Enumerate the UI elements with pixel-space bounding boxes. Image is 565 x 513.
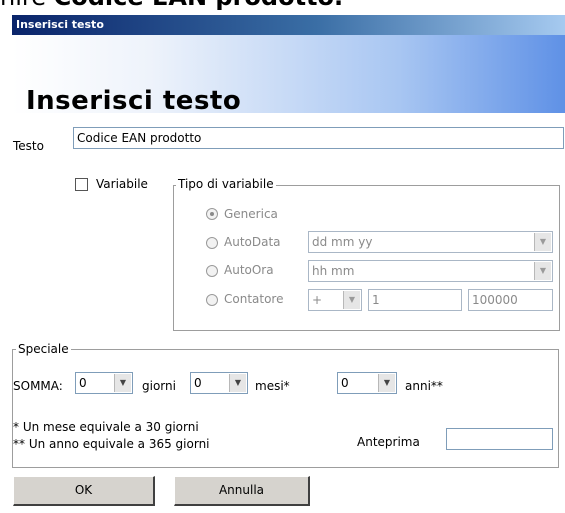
generica-label: Generica [224,207,278,221]
generica-radio[interactable] [206,208,218,220]
window-title: Inserisci testo [16,18,104,31]
testo-label: Testo [13,139,44,153]
contatore-label: Contatore [224,292,284,306]
autodata-label: AutoData [224,235,281,249]
autoora-label: AutoOra [224,263,274,277]
note-anno: ** Un anno equivale a 365 giorni [13,437,210,451]
contatore-operator-value: + [312,293,323,307]
giorni-label: giorni [142,379,176,393]
background-document-text: nire Codice EAN prodotto. [0,0,343,12]
contatore-start-input[interactable]: 1 [368,289,462,311]
autodata-value: dd mm yy [312,235,373,249]
anni-value: 0 [341,376,349,390]
anteprima-label: Anteprima [357,435,420,449]
tipo-variabile-legend: Tipo di variabile [176,177,276,191]
background-text-bold: Codice EAN prodotto [54,0,334,11]
chevron-down-icon[interactable]: ▼ [378,374,395,392]
inserisci-testo-dialog: Inserisci testo Inserisci testo Testo Co… [12,15,565,513]
anni-select[interactable]: 0 ▼ [337,372,397,394]
chevron-down-icon[interactable]: ▼ [229,374,246,392]
anteprima-input[interactable] [446,428,553,450]
contatore-radio[interactable] [206,294,218,306]
autoora-radio[interactable] [206,265,218,277]
background-text-prefix: nire [0,0,54,11]
autodata-radio[interactable] [206,237,218,249]
dialog-heading: Inserisci testo [26,86,242,116]
anni-label: anni** [405,379,443,393]
chevron-down-icon[interactable]: ▼ [534,233,551,251]
autodata-select[interactable]: dd mm yy ▼ [308,231,553,253]
annulla-button[interactable]: Annulla [174,476,310,506]
mesi-label: mesi* [255,379,290,393]
variabile-checkbox[interactable] [75,178,88,191]
contatore-operator-select[interactable]: + ▼ [308,289,362,311]
background-text-suffix: . [334,0,343,11]
mesi-value: 0 [194,376,202,390]
chevron-down-icon[interactable]: ▼ [534,262,551,280]
contatore-end-input[interactable]: 100000 [468,289,553,311]
note-mese: * Un mese equivale a 30 giorni [13,420,199,434]
ok-button[interactable]: OK [13,476,155,506]
chevron-down-icon[interactable]: ▼ [343,291,360,309]
giorni-select[interactable]: 0 ▼ [75,372,133,394]
testo-input[interactable]: Codice EAN prodotto [73,127,564,149]
autoora-select[interactable]: hh mm ▼ [308,260,553,282]
somma-label: SOMMA: [13,379,63,393]
variabile-label: Variabile [96,177,148,191]
speciale-legend: Speciale [16,342,71,356]
chevron-down-icon[interactable]: ▼ [114,374,131,392]
window-titlebar[interactable]: Inserisci testo [12,15,565,35]
giorni-value: 0 [79,376,87,390]
autoora-value: hh mm [312,264,355,278]
mesi-select[interactable]: 0 ▼ [190,372,248,394]
